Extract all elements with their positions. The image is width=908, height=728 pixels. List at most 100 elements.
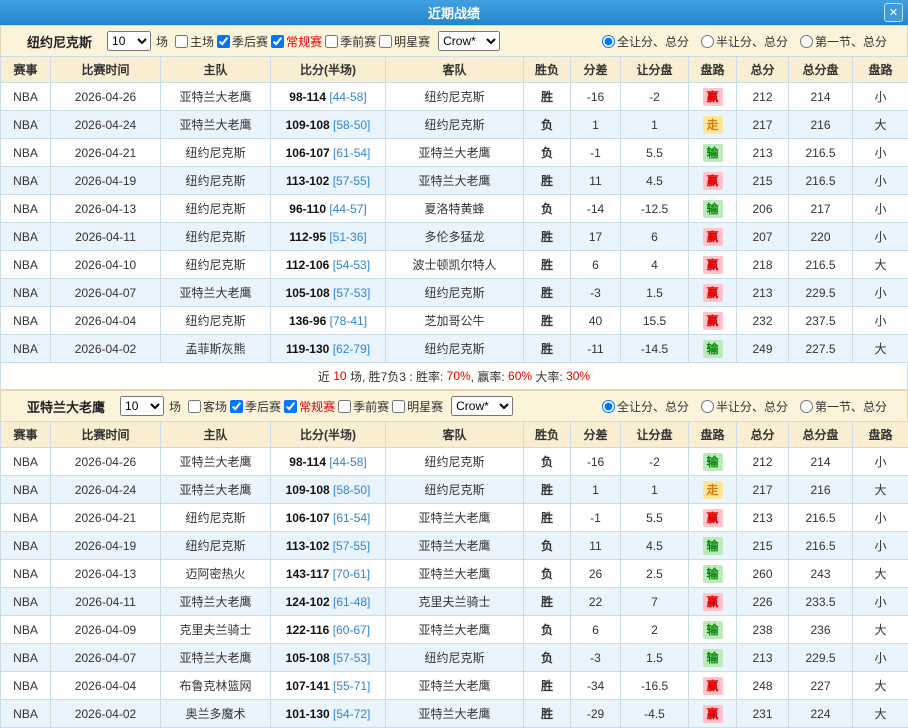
win-loss-cell: 胜 xyxy=(524,672,571,700)
over-under-cell: 小 xyxy=(853,504,908,532)
playoffs-checkbox[interactable] xyxy=(217,35,230,48)
close-icon[interactable]: ✕ xyxy=(884,3,903,22)
score-cell: 109-108 [58-50] xyxy=(271,111,386,139)
over-under-cell: 大 xyxy=(853,616,908,644)
playoffs-checkbox-label[interactable]: 季后赛 xyxy=(217,33,268,50)
first-quarter-total-radio-label[interactable]: 第一节、总分 xyxy=(800,398,887,415)
home-games-checkbox-label[interactable]: 主场 xyxy=(175,33,214,50)
handicap-result-cell: 赢 xyxy=(689,223,737,251)
first-quarter-total-radio-label[interactable]: 第一节、总分 xyxy=(800,33,887,50)
away-games-checkbox[interactable] xyxy=(188,400,201,413)
full-handicap-total-radio[interactable] xyxy=(602,35,615,48)
column-header: 盘路 xyxy=(689,57,737,83)
handicap-result-cell: 输 xyxy=(689,448,737,476)
half-handicap-total-radio-label[interactable]: 半让分、总分 xyxy=(701,398,788,415)
stat-mode-group: 全让分、总分 半让分、总分第一节、总分 xyxy=(602,33,901,50)
preseason-checkbox[interactable] xyxy=(325,35,338,48)
halftime-score: [60-67] xyxy=(333,623,370,637)
full-handicap-total-radio-label[interactable]: 全让分、总分 xyxy=(602,33,689,50)
league-cell: NBA xyxy=(1,335,51,363)
games-count-select[interactable]: 10 xyxy=(107,31,151,51)
home-team-cell: 亚特兰大老鹰 xyxy=(161,588,271,616)
score-cell: 136-96 [78-41] xyxy=(271,307,386,335)
league-filter-select[interactable]: Crow* xyxy=(451,396,513,416)
total-points-cell: 231 xyxy=(737,700,789,728)
section-filter-bar: 亚特兰大老鹰10场客场季后赛常规赛季前赛明星赛Crow*全让分、总分半让分、总分… xyxy=(0,390,908,421)
full-handicap-total-radio-label[interactable]: 全让分、总分 xyxy=(602,398,689,415)
home-team-cell: 布鲁克林篮网 xyxy=(161,672,271,700)
final-score: 124-102 xyxy=(286,595,330,609)
column-header: 赛事 xyxy=(1,57,51,83)
preseason-checkbox-label[interactable]: 季前赛 xyxy=(325,33,376,50)
preseason-checkbox[interactable] xyxy=(338,400,351,413)
total-line-cell: 214 xyxy=(789,83,853,111)
total-line-cell: 220 xyxy=(789,223,853,251)
away-games-checkbox-label[interactable]: 客场 xyxy=(188,398,227,415)
half-handicap-total-radio[interactable] xyxy=(701,400,714,413)
column-header: 主队 xyxy=(161,422,271,448)
handicap-line-cell: 2.5 xyxy=(621,560,689,588)
away-team-cell: 多伦多猛龙 xyxy=(386,223,524,251)
handicap-result-badge: 赢 xyxy=(703,509,723,527)
away-team-cell: 纽约尼克斯 xyxy=(386,476,524,504)
date-cell: 2026-04-13 xyxy=(51,560,161,588)
regular-season-checkbox-label[interactable]: 常规赛 xyxy=(284,398,335,415)
win-loss-cell: 负 xyxy=(524,616,571,644)
game-row: NBA2026-04-11纽约尼克斯112-95 [51-36]多伦多猛龙胜17… xyxy=(1,223,908,251)
total-line-cell: 217 xyxy=(789,195,853,223)
handicap-result-badge: 赢 xyxy=(703,228,723,246)
allstar-checkbox-label[interactable]: 明星赛 xyxy=(379,33,430,50)
home-games-checkbox[interactable] xyxy=(175,35,188,48)
regular-season-checkbox[interactable] xyxy=(271,35,284,48)
win-loss-cell: 胜 xyxy=(524,476,571,504)
total-points-cell: 215 xyxy=(737,167,789,195)
away-team-cell: 纽约尼克斯 xyxy=(386,448,524,476)
allstar-checkbox-label[interactable]: 明星赛 xyxy=(392,398,443,415)
league-cell: NBA xyxy=(1,504,51,532)
total-points-cell: 249 xyxy=(737,335,789,363)
total-line-cell: 227.5 xyxy=(789,335,853,363)
league-filter-select[interactable]: Crow* xyxy=(438,31,500,51)
halftime-score: [57-55] xyxy=(333,174,370,188)
half-handicap-total-radio[interactable] xyxy=(701,35,714,48)
away-team-cell: 亚特兰大老鹰 xyxy=(386,139,524,167)
halftime-score: [61-54] xyxy=(333,146,370,160)
handicap-result-cell: 赢 xyxy=(689,672,737,700)
away-team-cell: 夏洛特黄蜂 xyxy=(386,195,524,223)
halftime-score: [61-54] xyxy=(333,511,370,525)
total-points-cell: 212 xyxy=(737,448,789,476)
full-handicap-total-radio[interactable] xyxy=(602,400,615,413)
first-quarter-total-radio[interactable] xyxy=(800,35,813,48)
total-points-cell: 213 xyxy=(737,139,789,167)
over-under-cell: 小 xyxy=(853,279,908,307)
final-score: 105-108 xyxy=(286,651,330,665)
summary-segment: 大率: xyxy=(532,368,566,385)
league-cell: NBA xyxy=(1,307,51,335)
summary-segment: , 赢率: xyxy=(471,368,508,385)
handicap-result-cell: 赢 xyxy=(689,504,737,532)
game-row: NBA2026-04-19纽约尼克斯113-102 [57-55]亚特兰大老鹰胜… xyxy=(1,167,908,195)
handicap-line-cell: 5.5 xyxy=(621,504,689,532)
preseason-checkbox-label[interactable]: 季前赛 xyxy=(338,398,389,415)
column-header: 总分盘 xyxy=(789,422,853,448)
total-points-cell: 215 xyxy=(737,532,789,560)
allstar-checkbox[interactable] xyxy=(379,35,392,48)
score-cell: 143-117 [70-61] xyxy=(271,560,386,588)
first-quarter-total-radio[interactable] xyxy=(800,400,813,413)
total-points-cell: 206 xyxy=(737,195,789,223)
playoffs-checkbox-label[interactable]: 季后赛 xyxy=(230,398,281,415)
regular-season-checkbox-label[interactable]: 常规赛 xyxy=(271,33,322,50)
checkbox-text: 主场 xyxy=(190,33,214,50)
playoffs-checkbox[interactable] xyxy=(230,400,243,413)
games-count-select[interactable]: 10 xyxy=(120,396,164,416)
final-score: 98-114 xyxy=(289,90,326,104)
point-diff-cell: 17 xyxy=(571,223,621,251)
allstar-checkbox[interactable] xyxy=(392,400,405,413)
checkbox-text: 季前赛 xyxy=(340,33,376,50)
half-handicap-total-radio-label[interactable]: 半让分、总分 xyxy=(701,33,788,50)
regular-season-checkbox[interactable] xyxy=(284,400,297,413)
radio-text: 半让分、总分 xyxy=(716,33,788,50)
home-team-cell: 亚特兰大老鹰 xyxy=(161,279,271,307)
handicap-result-cell: 输 xyxy=(689,616,737,644)
column-header: 让分盘 xyxy=(621,422,689,448)
